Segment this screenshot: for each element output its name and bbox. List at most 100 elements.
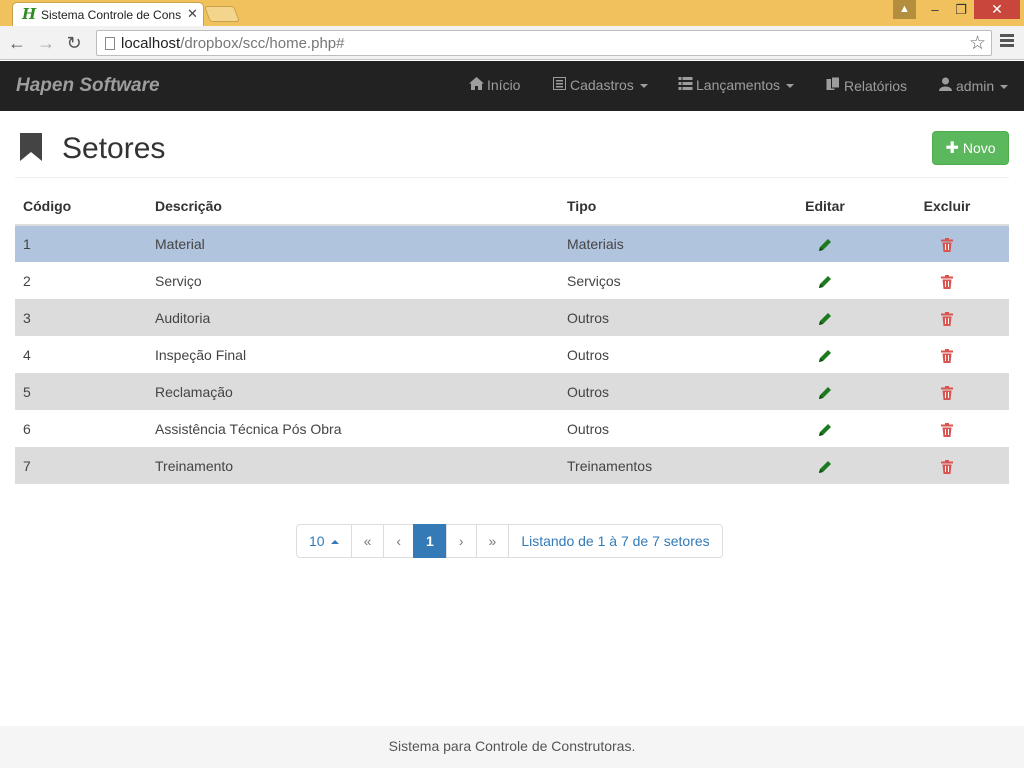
table-row[interactable]: 5 Reclamação Outros: [15, 373, 1009, 410]
cell-descricao: Material: [147, 225, 559, 262]
th-list-icon: [678, 77, 693, 90]
current-page-button[interactable]: 1: [413, 524, 447, 558]
plus-icon: ✚: [945, 140, 959, 157]
cell-tipo: Materiais: [559, 225, 765, 262]
tab-title: Sistema Controle de Cons: [41, 8, 182, 22]
cell-codigo: 6: [15, 410, 147, 447]
nav-cadastros[interactable]: Cadastros: [552, 77, 648, 93]
table-row[interactable]: 6 Assistência Técnica Pós Obra Outros: [15, 410, 1009, 447]
address-bar[interactable]: localhost/dropbox/scc/home.php# ☆: [96, 30, 992, 56]
url-text[interactable]: localhost/dropbox/scc/home.php#: [121, 35, 344, 52]
minimize-icon[interactable]: –: [922, 1, 948, 19]
cell-descricao: Serviço: [147, 262, 559, 299]
profile-icon[interactable]: ▲: [893, 0, 916, 19]
table-row[interactable]: 2 Serviço Serviços: [15, 262, 1009, 299]
nav-relatorios[interactable]: Relatórios: [826, 77, 907, 94]
edit-button[interactable]: [765, 225, 885, 262]
window-close-icon[interactable]: ✕: [974, 0, 1020, 19]
chevron-down-icon: [1000, 85, 1009, 90]
new-button[interactable]: ✚ Novo: [932, 131, 1009, 165]
table-row[interactable]: 7 Treinamento Treinamentos: [15, 447, 1009, 484]
pencil-icon: [819, 423, 831, 436]
table-row[interactable]: 4 Inspeção Final Outros: [15, 336, 1009, 373]
pencil-icon: [819, 275, 831, 288]
bookmark-star-icon[interactable]: ☆: [969, 32, 986, 55]
edit-button[interactable]: [765, 447, 885, 484]
trash-icon: [941, 311, 953, 326]
delete-button[interactable]: [885, 447, 1009, 484]
pencil-icon: [819, 386, 831, 399]
pencil-icon: [819, 460, 831, 473]
cell-codigo: 5: [15, 373, 147, 410]
cell-tipo: Outros: [559, 373, 765, 410]
home-icon: [469, 77, 484, 90]
first-page-button[interactable]: «: [350, 524, 385, 558]
page-size-select[interactable]: 10: [296, 524, 352, 558]
chevron-down-icon: [786, 84, 795, 89]
delete-button[interactable]: [885, 410, 1009, 447]
edit-button[interactable]: [765, 373, 885, 410]
header-excluir: Excluir: [885, 187, 1009, 226]
cell-codigo: 7: [15, 447, 147, 484]
cell-codigo: 3: [15, 299, 147, 336]
edit-button[interactable]: [765, 410, 885, 447]
pencil-icon: [819, 349, 831, 362]
new-tab-button[interactable]: [204, 6, 240, 22]
user-icon: [939, 77, 952, 91]
delete-button[interactable]: [885, 262, 1009, 299]
table-header-row: Código Descrição Tipo Editar Excluir: [15, 187, 1009, 226]
delete-button[interactable]: [885, 373, 1009, 410]
edit-button[interactable]: [765, 262, 885, 299]
cell-tipo: Treinamentos: [559, 447, 765, 484]
reload-icon[interactable]: ↻: [63, 32, 85, 54]
footer-text: Sistema para Controle de Construtoras.: [388, 738, 636, 754]
browser-menu-icon[interactable]: [1000, 34, 1014, 49]
brand-logo[interactable]: Hapen Software: [16, 75, 160, 97]
delete-button[interactable]: [885, 225, 1009, 262]
bookmark-icon: [20, 133, 42, 161]
forward-icon[interactable]: →: [35, 32, 57, 54]
cell-descricao: Treinamento: [147, 447, 559, 484]
table-row[interactable]: 1 Material Materiais: [15, 225, 1009, 262]
header-codigo[interactable]: Código: [15, 187, 147, 226]
delete-button[interactable]: [885, 299, 1009, 336]
cell-descricao: Auditoria: [147, 299, 559, 336]
app-favicon-icon: H: [22, 5, 37, 23]
browser-titlebar: H Sistema Controle de Cons ✕ ▲ – ❐ ✕: [0, 0, 1024, 26]
nav-admin[interactable]: admin: [938, 77, 1009, 94]
cell-tipo: Serviços: [559, 262, 765, 299]
trash-icon: [941, 274, 953, 289]
nav-inicio[interactable]: Início: [469, 77, 520, 93]
page-title: Setores: [62, 132, 166, 165]
prev-page-button[interactable]: ‹: [383, 524, 415, 558]
page-icon: [105, 37, 115, 50]
table-row[interactable]: 3 Auditoria Outros: [15, 299, 1009, 336]
footer: Sistema para Controle de Construtoras.: [0, 726, 1024, 768]
trash-icon: [941, 238, 953, 253]
header-tipo[interactable]: Tipo: [559, 187, 765, 226]
restore-icon[interactable]: ❐: [948, 1, 974, 19]
header-descricao[interactable]: Descrição: [147, 187, 559, 226]
back-icon[interactable]: ←: [6, 32, 28, 54]
nav-lancamentos[interactable]: Lançamentos: [678, 77, 795, 93]
tab-close-icon[interactable]: ✕: [187, 6, 198, 22]
cell-codigo: 1: [15, 225, 147, 262]
last-page-button[interactable]: »: [475, 524, 510, 558]
cell-codigo: 2: [15, 262, 147, 299]
next-page-button[interactable]: ›: [445, 524, 477, 558]
edit-button[interactable]: [765, 336, 885, 373]
chevron-down-icon: [639, 84, 648, 89]
browser-toolbar: ← → ↻ localhost/dropbox/scc/home.php# ☆: [0, 26, 1024, 60]
cell-descricao: Assistência Técnica Pós Obra: [147, 410, 559, 447]
sectors-table: Código Descrição Tipo Editar Excluir 1 Ma…: [15, 187, 1009, 484]
browser-tab[interactable]: H Sistema Controle de Cons ✕: [12, 2, 204, 26]
divider: [15, 177, 1009, 178]
pencil-icon: [819, 312, 831, 325]
caret-up-icon: [330, 540, 339, 545]
delete-button[interactable]: [885, 336, 1009, 373]
edit-button[interactable]: [765, 299, 885, 336]
pencil-icon: [819, 239, 831, 252]
list-alt-icon: [553, 77, 566, 90]
cell-codigo: 4: [15, 336, 147, 373]
cell-tipo: Outros: [559, 299, 765, 336]
